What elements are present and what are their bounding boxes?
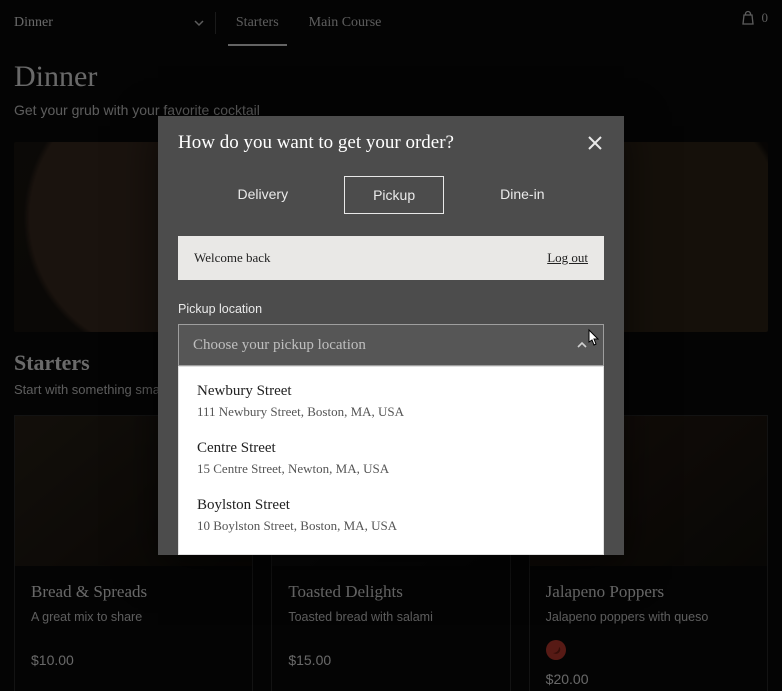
pickup-location-placeholder: Choose your pickup location xyxy=(193,337,366,354)
option-dinein[interactable]: Dine-in xyxy=(472,176,572,214)
pickup-location-select[interactable]: Choose your pickup location xyxy=(178,324,604,366)
location-option[interactable]: Boylston Street 10 Boylston Street, Bost… xyxy=(179,487,603,544)
location-address: 111 Newbury Street, Boston, MA, USA xyxy=(197,404,585,420)
chevron-up-icon xyxy=(575,338,589,352)
pickup-location-label: Pickup location xyxy=(178,302,604,316)
pickup-location-dropdown: Newbury Street 111 Newbury Street, Bosto… xyxy=(178,366,604,555)
location-name: Centre Street xyxy=(197,440,585,457)
location-option[interactable]: Newbury Street 111 Newbury Street, Bosto… xyxy=(179,373,603,430)
close-icon[interactable] xyxy=(586,134,604,152)
location-name: Newbury Street xyxy=(197,383,585,400)
welcome-banner: Welcome back Log out xyxy=(178,236,604,280)
location-address: 15 Centre Street, Newton, MA, USA xyxy=(197,461,585,477)
welcome-text: Welcome back xyxy=(194,250,271,266)
fulfillment-modal: How do you want to get your order? Deliv… xyxy=(158,116,624,555)
fulfillment-options: Delivery Pickup Dine-in xyxy=(158,162,624,236)
location-option[interactable]: Centre Street 15 Centre Street, Newton, … xyxy=(179,430,603,487)
option-delivery[interactable]: Delivery xyxy=(210,176,317,214)
logout-link[interactable]: Log out xyxy=(547,250,588,266)
option-pickup[interactable]: Pickup xyxy=(344,176,444,214)
location-name: Boylston Street xyxy=(197,497,585,514)
location-address: 10 Boylston Street, Boston, MA, USA xyxy=(197,518,585,534)
modal-title: How do you want to get your order? xyxy=(178,132,454,154)
